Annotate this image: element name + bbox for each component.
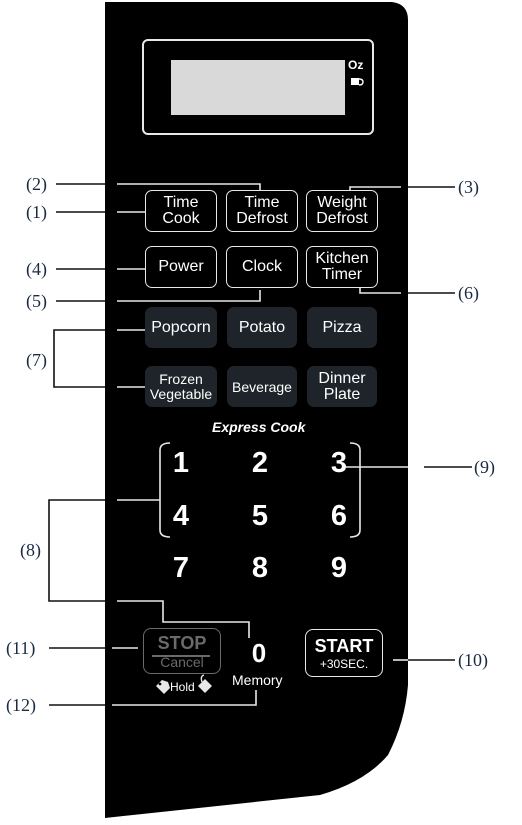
weight-defrost-line2: Defrost [316, 210, 368, 227]
callout-11: (11) [6, 638, 36, 658]
callout-4: (4) [26, 259, 47, 279]
frozen-vegetable-button[interactable]: Frozen Vegetable [145, 366, 217, 407]
number-key-9[interactable]: 9 [324, 553, 354, 583]
number-key-2[interactable]: 2 [245, 448, 275, 478]
kitchen-timer-line1: Kitchen [315, 250, 369, 267]
stop-label: STOP [157, 633, 207, 653]
start-30sec-button[interactable]: START +30SEC. [305, 629, 383, 677]
popcorn-button[interactable]: Popcorn [145, 307, 217, 348]
callout-3: (3) [458, 177, 479, 197]
time-cook-line1: Time [163, 194, 199, 211]
number-key-0[interactable]: 0 [244, 638, 274, 668]
number-key-6[interactable]: 6 [324, 501, 354, 531]
kitchen-timer-line2: Timer [321, 266, 363, 283]
potato-label: Potato [238, 318, 286, 336]
weight-defrost-button[interactable]: Weight Defrost [306, 190, 378, 232]
start-label: START [314, 635, 374, 656]
hold-label: Hold [170, 680, 195, 694]
callout-1: (1) [26, 202, 47, 222]
express-cook-label: Express Cook [212, 419, 306, 435]
number-key-3[interactable]: 3 [324, 448, 354, 478]
memory-label: Memory [232, 672, 283, 688]
oz-indicator: Oz [348, 58, 364, 72]
panel-graphics [48, 2, 472, 818]
pizza-label: Pizza [322, 318, 362, 336]
callout-8: (8) [20, 540, 41, 560]
dinner-plate-line2: Plate [323, 385, 361, 403]
microwave-control-panel-diagram: Oz Time Cook Time Defrost Weight Defrost… [0, 0, 522, 825]
power-label: Power [158, 258, 204, 275]
number-key-8[interactable]: 8 [245, 553, 275, 583]
clock-label: Clock [241, 258, 282, 275]
plus-30sec-label: +30SEC. [319, 656, 369, 671]
number-key-5[interactable]: 5 [245, 501, 275, 531]
frozen-vegetable-line1: Frozen [159, 370, 203, 387]
beverage-label: Beverage [232, 378, 292, 395]
time-defrost-button[interactable]: Time Defrost [226, 190, 298, 232]
potato-button[interactable]: Potato [227, 307, 297, 348]
weight-defrost-line1: Weight [317, 194, 367, 211]
number-key-7[interactable]: 7 [166, 553, 196, 583]
dinner-plate-button[interactable]: Dinner Plate [307, 366, 377, 407]
number-key-4[interactable]: 4 [166, 501, 196, 531]
callout-7: (7) [26, 350, 47, 370]
callout-9: (9) [474, 457, 495, 477]
power-button[interactable]: Power [145, 246, 217, 288]
popcorn-label: Popcorn [151, 318, 211, 336]
cancel-label: Cancel [160, 654, 204, 670]
time-cook-line2: Cook [162, 210, 200, 227]
stop-cancel-button[interactable]: STOP Cancel [143, 628, 221, 674]
dinner-plate-line1: Dinner [318, 369, 366, 387]
callout-2: (2) [26, 174, 47, 194]
callout-6: (6) [458, 283, 479, 303]
clock-button[interactable]: Clock [226, 246, 298, 288]
beverage-button[interactable]: Beverage [227, 366, 297, 407]
number-key-1[interactable]: 1 [166, 448, 196, 478]
pizza-button[interactable]: Pizza [307, 307, 377, 348]
callout-10: (10) [458, 650, 488, 670]
display-screen [171, 60, 345, 115]
frozen-vegetable-line2: Vegetable [149, 385, 213, 402]
time-defrost-line1: Time [244, 194, 280, 211]
time-defrost-line2: Defrost [236, 210, 288, 227]
time-cook-button[interactable]: Time Cook [145, 190, 217, 232]
callout-12: (12) [6, 695, 36, 715]
callout-5: (5) [26, 291, 47, 311]
kitchen-timer-button[interactable]: Kitchen Timer [306, 246, 378, 288]
